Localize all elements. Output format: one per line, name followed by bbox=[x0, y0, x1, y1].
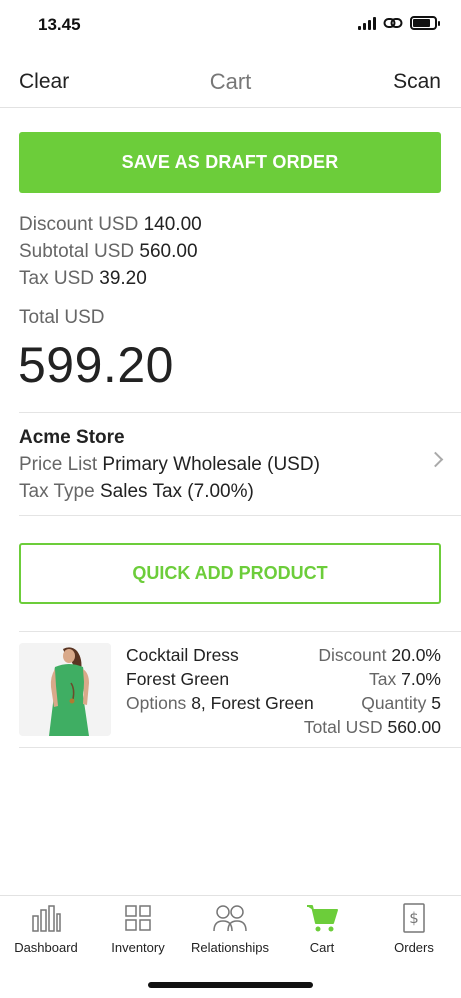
discount-currency: USD bbox=[98, 214, 139, 235]
tax-type-label: Tax Type bbox=[19, 481, 95, 502]
tax-row: Tax USD 39.20 bbox=[19, 265, 202, 292]
item-total-value: 560.00 bbox=[387, 717, 441, 737]
tax-type-value: Sales Tax (7.00%) bbox=[99, 481, 254, 502]
home-indicator bbox=[148, 982, 313, 988]
clear-button[interactable]: Clear bbox=[19, 70, 69, 94]
status-bar: 13.45 bbox=[0, 0, 461, 50]
item-tax-label: Tax bbox=[369, 669, 397, 689]
tax-label: Tax bbox=[19, 268, 49, 289]
discount-label: Discount bbox=[19, 214, 93, 235]
total-value: 599.20 bbox=[18, 337, 174, 393]
store-name: Acme Store bbox=[19, 427, 125, 448]
scan-button[interactable]: Scan bbox=[393, 70, 441, 94]
item-name: Cocktail Dress bbox=[126, 645, 239, 665]
receipt-icon: $ bbox=[403, 903, 425, 933]
quick-add-product-button[interactable]: QUICK ADD PRODUCT bbox=[19, 543, 441, 604]
tab-orders[interactable]: $ Orders bbox=[368, 902, 460, 955]
options-label: Options bbox=[126, 693, 187, 713]
signal-icon bbox=[358, 16, 376, 30]
cart-icon bbox=[307, 905, 338, 932]
item-discount-value: 20.0% bbox=[391, 645, 441, 665]
divider bbox=[19, 515, 461, 516]
order-summary: Discount USD 140.00 Subtotal USD 560.00 … bbox=[19, 211, 202, 292]
total-label: Total USD bbox=[19, 307, 105, 328]
item-quantity: Quantity 5 bbox=[304, 691, 441, 715]
battery-icon bbox=[410, 16, 440, 30]
tab-label: Inventory bbox=[111, 940, 165, 955]
divider bbox=[19, 412, 461, 413]
item-quantity-value: 5 bbox=[431, 693, 441, 713]
item-options: Options 8, Forest Green bbox=[126, 691, 314, 715]
subtotal-label: Subtotal bbox=[19, 241, 89, 262]
price-list-label: Price List bbox=[19, 454, 98, 475]
subtotal-value: 560.00 bbox=[139, 241, 198, 262]
subtotal-row: Subtotal USD 560.00 bbox=[19, 238, 202, 265]
discount-value: 140.00 bbox=[143, 214, 202, 235]
tab-cart[interactable]: Cart bbox=[276, 902, 368, 955]
tax-currency: USD bbox=[53, 268, 94, 289]
item-total: Total USD 560.00 bbox=[304, 715, 441, 739]
tax-type-row: Tax Type Sales Tax (7.00%) bbox=[19, 478, 443, 505]
grid-icon bbox=[125, 905, 151, 931]
save-draft-button[interactable]: SAVE AS DRAFT ORDER bbox=[19, 132, 441, 193]
divider bbox=[19, 631, 461, 632]
tab-inventory[interactable]: Inventory bbox=[92, 902, 184, 955]
item-tax: Tax 7.0% bbox=[304, 667, 441, 691]
tab-label: Dashboard bbox=[14, 940, 78, 955]
tab-label: Cart bbox=[309, 940, 335, 955]
item-details: Cocktail Dress Forest Green Options 8, F… bbox=[126, 643, 314, 715]
cart-item[interactable]: Cocktail Dress Forest Green Options 8, F… bbox=[19, 643, 441, 738]
status-icons bbox=[358, 16, 440, 30]
item-discount-label: Discount bbox=[318, 645, 387, 665]
tab-label: Relationships bbox=[190, 940, 270, 955]
people-icon bbox=[213, 905, 247, 932]
divider bbox=[19, 747, 461, 748]
tax-value: 39.20 bbox=[99, 268, 147, 289]
item-total-label: Total USD bbox=[303, 717, 383, 737]
tab-dashboard[interactable]: Dashboard bbox=[0, 902, 92, 955]
price-list-value: Primary Wholesale (USD) bbox=[102, 454, 320, 475]
status-time: 13.45 bbox=[38, 15, 81, 34]
item-pricing: Discount 20.0% Tax 7.0% Quantity 5 Total… bbox=[304, 643, 441, 739]
item-discount: Discount 20.0% bbox=[304, 643, 441, 667]
item-quantity-label: Quantity bbox=[361, 693, 427, 713]
price-list-row: Price List Primary Wholesale (USD) bbox=[19, 451, 443, 478]
subtotal-currency: USD bbox=[94, 241, 135, 262]
link-icon bbox=[383, 18, 403, 28]
tab-relationships[interactable]: Relationships bbox=[184, 902, 276, 955]
svg-text:$: $ bbox=[409, 909, 419, 927]
bar-chart-icon bbox=[32, 905, 61, 932]
item-variant: Forest Green bbox=[126, 669, 230, 689]
item-tax-value: 7.0% bbox=[401, 669, 441, 689]
nav-bar: Clear Cart Scan bbox=[0, 60, 461, 108]
discount-row: Discount USD 140.00 bbox=[19, 211, 202, 238]
options-value: 8, Forest Green bbox=[191, 693, 314, 713]
product-image bbox=[19, 643, 111, 736]
tab-label: Orders bbox=[394, 940, 434, 955]
store-info[interactable]: Acme Store Price List Primary Wholesale … bbox=[19, 424, 444, 505]
